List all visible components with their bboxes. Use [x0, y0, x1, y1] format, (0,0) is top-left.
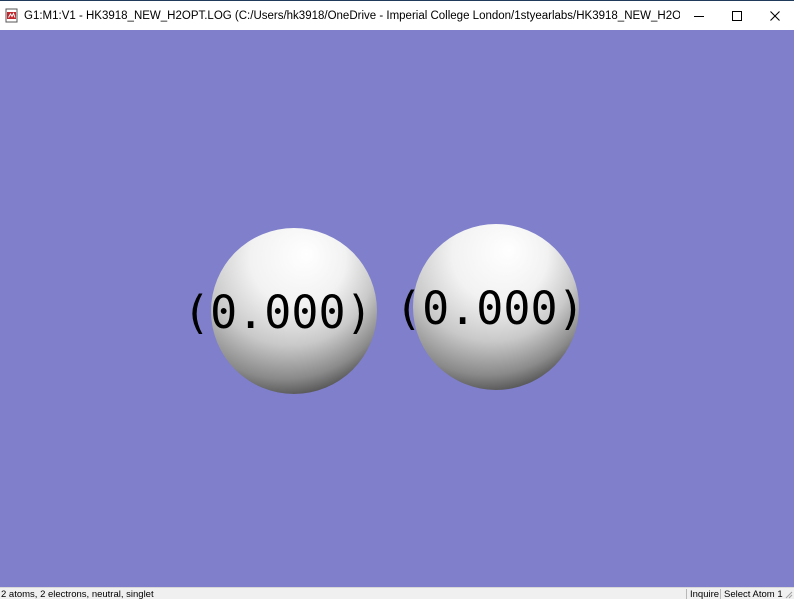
- title-bar[interactable]: G1:M1:V1 - HK3918_NEW_H2OPT.LOG (C:/User…: [0, 1, 794, 30]
- molecule-viewport[interactable]: (0.000) (0.000): [0, 30, 794, 587]
- minimize-icon: [694, 15, 704, 17]
- status-action: Select Atom 1: [720, 589, 786, 599]
- minimize-button[interactable]: [680, 1, 718, 30]
- atom-label-h2: (0.000): [395, 282, 585, 335]
- resize-grip-icon[interactable]: [784, 590, 793, 599]
- molecule-scene: (0.000) (0.000): [183, 224, 585, 394]
- log-file-icon: [4, 8, 19, 23]
- close-button[interactable]: [756, 1, 794, 30]
- atom-label-h1: (0.000): [183, 286, 373, 339]
- status-molecule-info: 2 atoms, 2 electrons, neutral, singlet: [1, 589, 154, 599]
- gaussview-window: G1:M1:V1 - HK3918_NEW_H2OPT.LOG (C:/User…: [0, 0, 794, 599]
- window-title: G1:M1:V1 - HK3918_NEW_H2OPT.LOG (C:/User…: [24, 9, 680, 22]
- maximize-button[interactable]: [718, 1, 756, 30]
- status-mode: Inquire: [686, 589, 722, 599]
- close-icon: [770, 10, 780, 21]
- maximize-icon: [732, 10, 742, 21]
- status-bar: 2 atoms, 2 electrons, neutral, singlet I…: [0, 587, 794, 599]
